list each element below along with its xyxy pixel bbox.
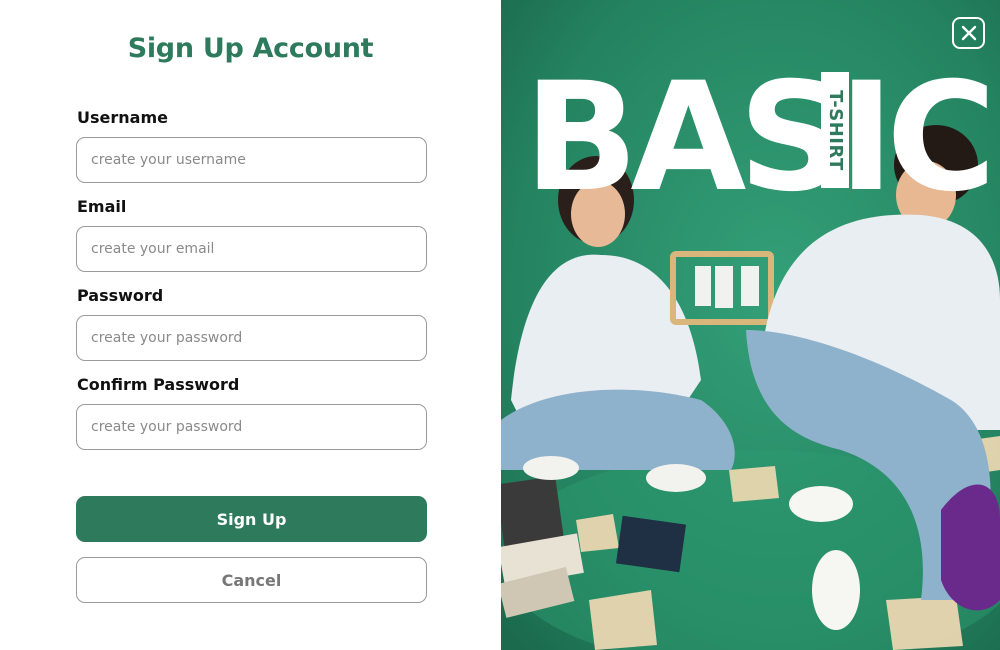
signup-form-panel: Sign Up Account Username Email Password …: [0, 0, 501, 650]
email-input[interactable]: [76, 226, 427, 272]
close-icon: [961, 25, 976, 41]
confirm-password-label: Confirm Password: [77, 375, 240, 394]
hero-image: BASIC: [501, 0, 1000, 650]
cancel-button[interactable]: Cancel: [76, 557, 427, 603]
password-input[interactable]: [76, 315, 427, 361]
sign-up-button[interactable]: Sign Up: [76, 496, 427, 542]
page-title: Sign Up Account: [127, 33, 374, 64]
tshirt-tag: T-SHIRT: [821, 72, 849, 188]
tshirt-tag-label: T-SHIRT: [824, 89, 846, 171]
close-button[interactable]: [952, 17, 985, 49]
hero-headline: BASIC: [524, 51, 996, 225]
confirm-password-input[interactable]: [76, 404, 427, 450]
username-label: Username: [77, 108, 168, 127]
password-label: Password: [77, 286, 164, 305]
username-input[interactable]: [76, 137, 427, 183]
email-label: Email: [77, 197, 127, 216]
